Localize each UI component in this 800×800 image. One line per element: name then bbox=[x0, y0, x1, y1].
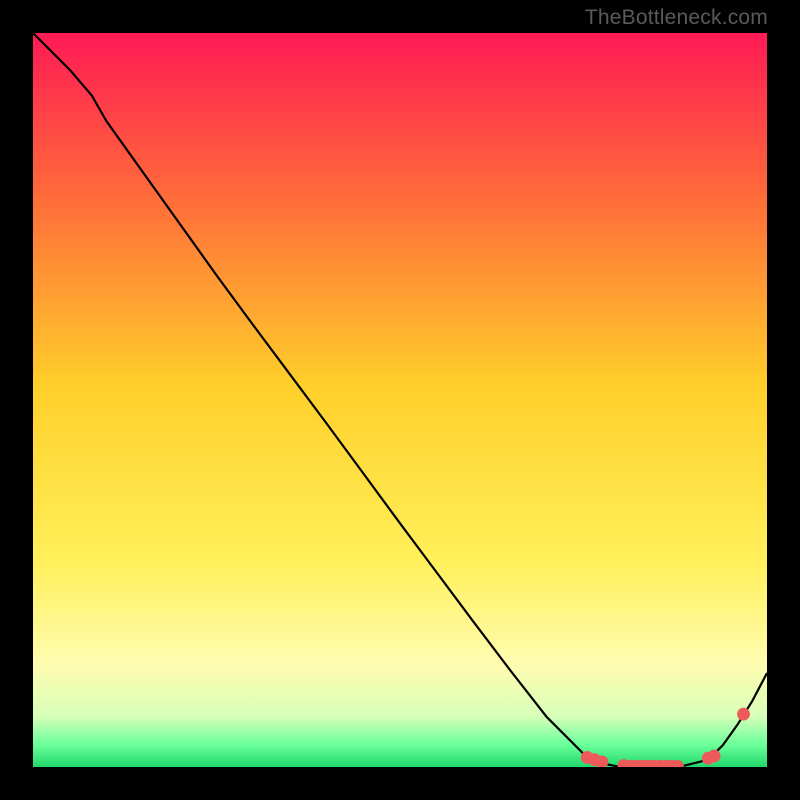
chart-svg bbox=[33, 33, 767, 767]
chart-background-gradient bbox=[33, 33, 767, 767]
chart-plot-area bbox=[33, 33, 767, 767]
watermark-label: TheBottleneck.com bbox=[585, 6, 768, 30]
curve-marker-dot bbox=[737, 708, 750, 721]
curve-marker-dot bbox=[708, 750, 721, 763]
